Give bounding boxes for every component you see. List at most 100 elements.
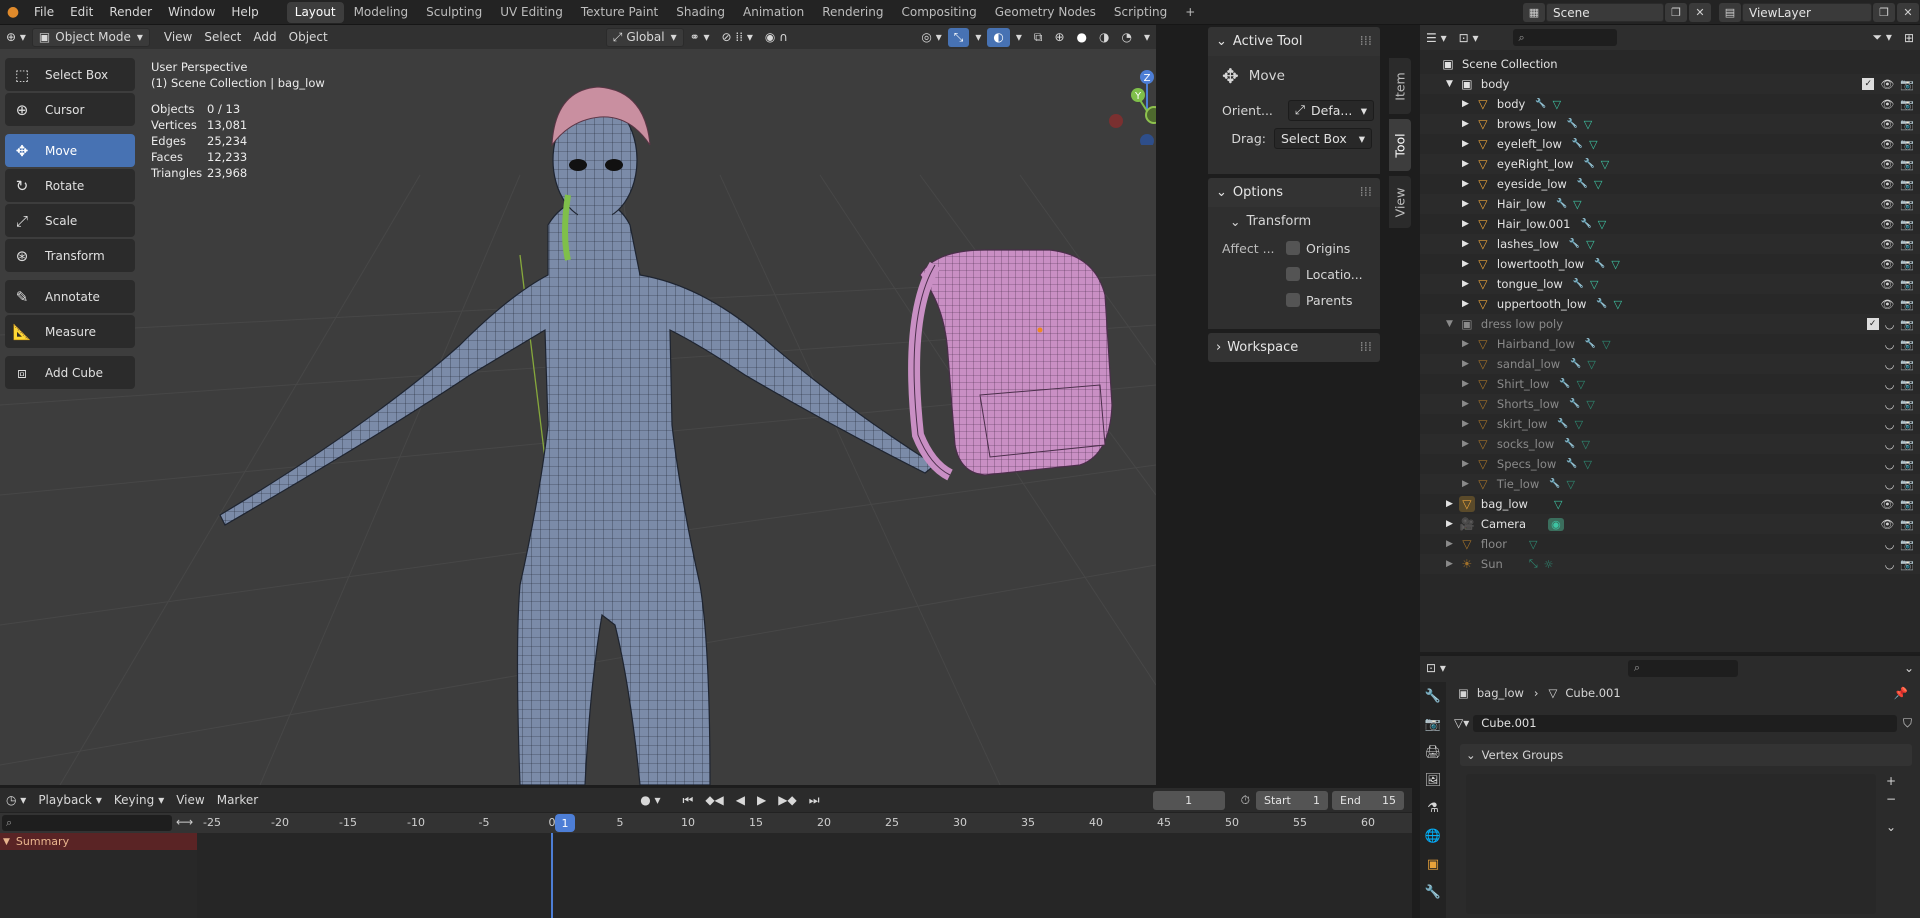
eye-closed-icon[interactable]: ◡ (1885, 438, 1895, 451)
drag-handle-icon[interactable]: ⁞⁞⁞ (1360, 340, 1372, 355)
tab-uv-editing[interactable]: UV Editing (492, 2, 571, 23)
tab-shading[interactable]: Shading (668, 2, 733, 23)
vertex-groups-panel-header[interactable]: ⌄ Vertex Groups (1460, 744, 1912, 766)
camera-icon[interactable]: 📷 (1900, 358, 1914, 371)
eye-closed-icon[interactable]: ◡ (1885, 418, 1895, 431)
camera-icon[interactable]: 📷 (1900, 98, 1914, 111)
workspace-header[interactable]: › Workspace ⁞⁞⁞ (1208, 333, 1380, 362)
tab-animation[interactable]: Animation (735, 2, 812, 23)
playhead-handle[interactable]: 1 (555, 814, 575, 832)
camera-icon[interactable]: 📷 (1900, 478, 1914, 491)
menu-object[interactable]: Object (283, 28, 334, 47)
camera-icon[interactable]: 📷 (1900, 398, 1914, 411)
camera-icon[interactable]: 📷 (1900, 258, 1914, 271)
eye-closed-icon[interactable]: ◡ (1885, 358, 1895, 371)
material-shading-icon[interactable]: ◑ (1093, 28, 1115, 47)
swap-arrows-icon[interactable]: ⟷ (176, 815, 193, 829)
menu-render[interactable]: Render (101, 0, 160, 25)
outliner-row-brows-low[interactable]: ▶ ▽ brows_low 🔧 ▽ 👁 📷 (1420, 114, 1920, 134)
tool-tab-icon[interactable]: 🔧 (1420, 682, 1446, 710)
camera-icon[interactable]: 📷 (1900, 218, 1914, 231)
render-tab-icon[interactable]: 📷 (1420, 710, 1446, 738)
play-reverse-icon[interactable]: ◀ (730, 791, 751, 810)
outliner-row-tie-low[interactable]: ▶ ▽ Tie_low 🔧 ▽ ◡ 📷 (1420, 474, 1920, 494)
eye-closed-icon[interactable]: ◡ (1885, 538, 1895, 551)
output-tab-icon[interactable]: 🖨 (1420, 738, 1446, 766)
checkbox-icon[interactable]: ✓ (1862, 77, 1875, 90)
camera-icon[interactable]: 📷 (1900, 558, 1914, 571)
editor-type-icon[interactable]: ⊕ ▾ (0, 28, 32, 47)
camera-icon[interactable]: 📷 (1900, 198, 1914, 211)
tool-rotate[interactable]: ↻ Rotate (5, 169, 135, 202)
tab-layout[interactable]: Layout (286, 1, 344, 23)
camera-icon[interactable]: 📷 (1900, 138, 1914, 151)
new-view-layer-icon[interactable]: ❐ (1873, 3, 1895, 22)
tab-modeling[interactable]: Modeling (346, 2, 417, 23)
delete-scene-icon[interactable]: ✕ (1689, 3, 1711, 22)
scene-name-field[interactable]: Scene (1546, 3, 1664, 22)
tool-measure[interactable]: 📐 Measure (5, 315, 135, 348)
marker-menu[interactable]: Marker (211, 791, 264, 810)
collection-body-row[interactable]: ▼ ▣ body ✓ 👁 📷 (1420, 74, 1920, 94)
jump-start-icon[interactable]: ⏮ (677, 791, 700, 810)
filter-icon[interactable]: ⏷ ▾ (1866, 28, 1897, 47)
end-frame-field[interactable]: End 15 (1332, 790, 1404, 810)
outliner-row-hairband-low[interactable]: ▶ ▽ Hairband_low 🔧 ▽ ◡ 📷 (1420, 334, 1920, 354)
camera-icon[interactable]: 📷 (1900, 78, 1914, 91)
outliner-row-eyeside-low[interactable]: ▶ ▽ eyeside_low 🔧 ▽ 👁 📷 (1420, 174, 1920, 194)
eye-icon[interactable]: 👁 (1880, 498, 1894, 511)
outliner-row-eyeleft-low[interactable]: ▶ ▽ eyeleft_low 🔧 ▽ 👁 📷 (1420, 134, 1920, 154)
vertex-groups-list[interactable] (1466, 774, 1876, 914)
chevron-right-icon[interactable]: ▶ (1462, 259, 1469, 269)
camera-icon[interactable]: 📷 (1900, 378, 1914, 391)
chevron-right-icon[interactable]: ▶ (1462, 419, 1469, 429)
transform-subheader[interactable]: ⌄ Transform (1208, 207, 1380, 235)
active-tool-header[interactable]: ⌄ Active Tool ⁞⁞⁞ (1208, 27, 1380, 56)
timeline-view-menu[interactable]: View (170, 791, 210, 810)
snap-icon[interactable]: ⊘ ⁞⁞ ▾ (716, 28, 759, 47)
chevron-right-icon[interactable]: ▶ (1462, 279, 1469, 289)
modifier-tab-icon[interactable]: 🔧 (1420, 878, 1446, 906)
eye-closed-icon[interactable]: ◡ (1885, 318, 1895, 331)
tool-transform[interactable]: ⊛ Transform (5, 239, 135, 272)
outliner-row-socks-low[interactable]: ▶ ▽ socks_low 🔧 ▽ ◡ 📷 (1420, 434, 1920, 454)
menu-select[interactable]: Select (198, 28, 247, 47)
eye-icon[interactable]: 👁 (1880, 258, 1894, 271)
outliner-row-sandal-low[interactable]: ▶ ▽ sandal_low 🔧 ▽ ◡ 📷 (1420, 354, 1920, 374)
outliner-editor-type-icon[interactable]: ☰ ▾ (1420, 28, 1453, 47)
tool-add-cube[interactable]: ⧈ Add Cube (5, 356, 135, 389)
drag-dropdown[interactable]: Select Box ▾ (1274, 127, 1372, 149)
view-layer-field[interactable]: ViewLayer (1742, 3, 1872, 22)
stopwatch-icon[interactable]: ⏱ (1235, 791, 1256, 810)
tool-cursor[interactable]: ⊕ Cursor (5, 93, 135, 126)
object-tab-icon[interactable]: ▣ (1420, 850, 1446, 878)
outliner-row-bag-low[interactable]: ▶ ▽ bag_low ▽ 👁 📷 (1420, 494, 1920, 514)
orientation-dropdown[interactable]: ⤢ Global ▾ (605, 27, 684, 47)
display-mode-icon[interactable]: ⊡ ▾ (1453, 28, 1485, 47)
chevron-right-icon[interactable]: ▶ (1462, 339, 1469, 349)
chevron-right-icon[interactable]: ▶ (1462, 239, 1469, 249)
camera-icon[interactable]: 📷 (1900, 338, 1914, 351)
eye-icon[interactable]: 👁 (1880, 198, 1894, 211)
camera-icon[interactable]: 📷 (1900, 118, 1914, 131)
eye-icon[interactable]: 👁 (1880, 278, 1894, 291)
proportional-edit-icon[interactable]: ◉ ∩ (759, 28, 794, 47)
chevron-down-icon[interactable]: ⌄ (1898, 659, 1920, 678)
wireframe-shading-icon[interactable]: ⊕ (1048, 28, 1070, 47)
outliner-row-skirt-low[interactable]: ▶ ▽ skirt_low 🔧 ▽ ◡ 📷 (1420, 414, 1920, 434)
timeline-editor-type-icon[interactable]: ◷ ▾ (0, 791, 32, 810)
next-keyframe-icon[interactable]: ▶◆ (772, 791, 802, 810)
outliner-row-lowertooth-low[interactable]: ▶ ▽ lowertooth_low 🔧 ▽ 👁 📷 (1420, 254, 1920, 274)
tab-geometry-nodes[interactable]: Geometry Nodes (987, 2, 1104, 23)
outliner-row-sun[interactable]: ▶ ☀ Sun ⤡ ☼ ◡ 📷 (1420, 554, 1920, 574)
blender-logo-icon[interactable]: ● (0, 0, 26, 25)
scene-tab-icon[interactable]: ⚗ (1420, 794, 1446, 822)
camera-icon[interactable]: 📷 (1900, 158, 1914, 171)
camera-icon[interactable]: 📷 (1900, 418, 1914, 431)
tab-scripting[interactable]: Scripting (1106, 2, 1175, 23)
outliner-row-specs-low[interactable]: ▶ ▽ Specs_low 🔧 ▽ ◡ 📷 (1420, 454, 1920, 474)
camera-icon[interactable]: 📷 (1900, 538, 1914, 551)
tab-rendering[interactable]: Rendering (814, 2, 891, 23)
outliner-row-eyeright-low[interactable]: ▶ ▽ eyeRight_low 🔧 ▽ 👁 📷 (1420, 154, 1920, 174)
outliner-search-input[interactable]: ⌕ (1512, 29, 1617, 46)
